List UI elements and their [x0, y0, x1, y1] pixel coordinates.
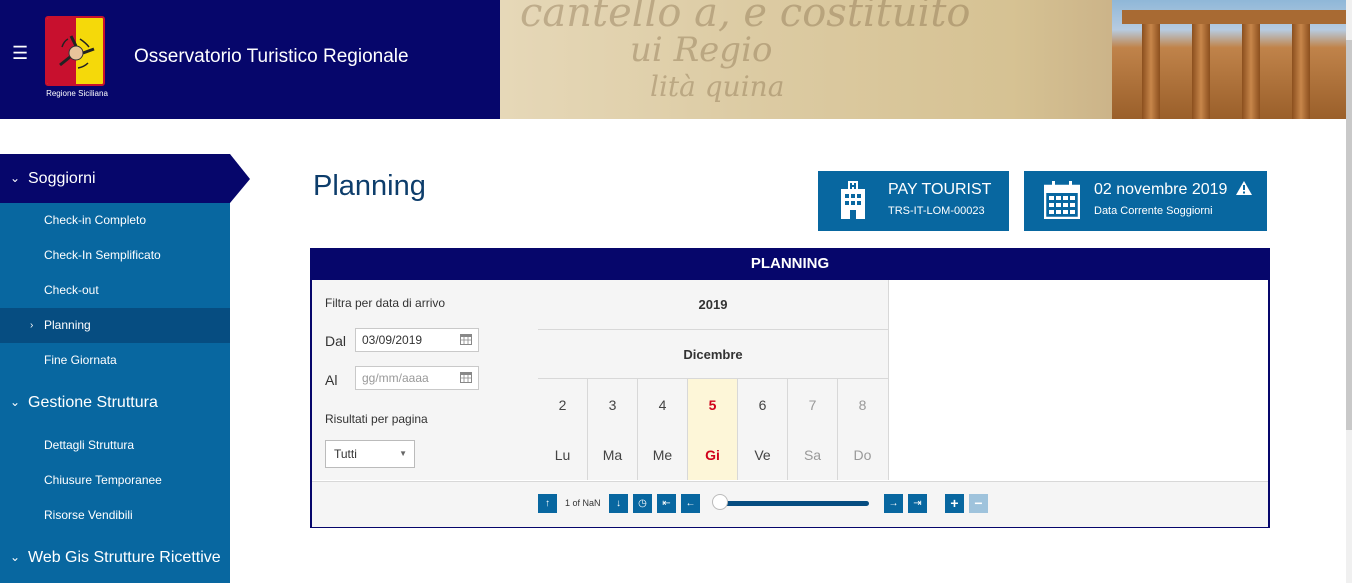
- sidebar-item-label: Check-in Completo: [44, 213, 147, 227]
- sidebar-item-label: Risorse Vendibili: [44, 508, 133, 522]
- planning-panel: PLANNING Filtra per data di arrivo Dal 0…: [310, 248, 1270, 528]
- zoom-out-button[interactable]: −: [969, 494, 988, 513]
- tourist-info-box[interactable]: PAY TOURIST TRS-IT-LOM-00023: [818, 171, 1009, 231]
- arrow-left-icon: ←: [685, 498, 696, 509]
- calendar-year: 2019: [538, 280, 888, 330]
- planning-toolbar: ↑ 1 of NaN ↓ ◷ ⇤ ← → ⇥ + −: [312, 481, 1268, 527]
- sidebar-section-label: Web Gis Strutture Ricettive: [28, 549, 221, 566]
- hotel-icon: [841, 181, 865, 219]
- arrow-up-icon: ↑: [545, 498, 550, 509]
- warning-icon: [1235, 181, 1252, 195]
- region-logo[interactable]: [45, 16, 105, 86]
- sidebar-item-risorse-vendibili[interactable]: Risorse Vendibili: [0, 498, 230, 533]
- calendar-day[interactable]: 6 Ve: [738, 379, 788, 480]
- calendar-month: Dicembre: [538, 330, 888, 379]
- double-arrow-left-icon: ⇤: [662, 498, 671, 509]
- double-arrow-right-icon: ⇥: [913, 498, 922, 509]
- site-title[interactable]: Osservatorio Turistico Regionale: [134, 46, 409, 68]
- to-label: Al: [325, 372, 338, 388]
- hamburger-menu-icon[interactable]: ☰: [12, 44, 28, 62]
- tourist-name: PAY TOURIST: [888, 181, 992, 198]
- current-date-box[interactable]: 02 novembre 2019 Data Corrente Soggiorni: [1024, 171, 1267, 231]
- calendar-icon: [460, 334, 472, 345]
- clock-icon: ◷: [638, 498, 647, 509]
- calendar-day[interactable]: 4 Me: [638, 379, 688, 480]
- chevron-down-icon: ⌄: [10, 171, 21, 185]
- previous-page-button[interactable]: ↑: [538, 494, 557, 513]
- calendar-day[interactable]: 2 Lu: [538, 379, 588, 480]
- timeline-slider-track[interactable]: [719, 501, 869, 506]
- to-date-input[interactable]: gg/mm/aaaa: [355, 366, 479, 390]
- page-indicator: 1 of NaN: [565, 498, 601, 508]
- sidebar-section-soggiorni[interactable]: ⌄ Soggiorni: [0, 154, 250, 203]
- results-per-page-select[interactable]: Tutti ▼: [325, 440, 415, 468]
- next-page-button[interactable]: ↓: [609, 494, 628, 513]
- calendar-day-today[interactable]: 5 Gi: [688, 379, 738, 480]
- sidebar-section-web-gis[interactable]: ⌄ Web Gis Strutture Ricettive: [0, 533, 230, 583]
- page-title: Planning: [313, 170, 426, 202]
- sidebar-item-chiusure-temporanee[interactable]: Chiusure Temporanee: [0, 463, 230, 498]
- chevron-right-icon: ›: [30, 320, 34, 331]
- planning-content-area: [889, 280, 1268, 480]
- sidebar-item-label: Check-out: [44, 283, 99, 297]
- logo-caption: Regione Siciliana: [46, 89, 108, 98]
- header-banner-image: cantello a, e costituito ui Regio lità q…: [500, 0, 1352, 119]
- chevron-down-icon: ⌄: [10, 395, 21, 409]
- sidebar-section-label: Soggiorni: [28, 170, 96, 187]
- trinacria-icon: [59, 35, 95, 69]
- calendar-icon: [1044, 181, 1080, 219]
- sidebar-item-check-in-completo[interactable]: Check-in Completo: [0, 203, 230, 238]
- caret-down-icon: ▼: [399, 449, 407, 458]
- plus-icon: +: [950, 495, 959, 511]
- sidebar-item-dettagli-struttura[interactable]: Dettagli Struttura: [0, 428, 230, 463]
- calendar-day-weekend[interactable]: 8 Do: [838, 379, 887, 480]
- current-date-caption: Data Corrente Soggiorni: [1094, 205, 1213, 217]
- jump-back-button[interactable]: ⇤: [657, 494, 676, 513]
- page-scrollbar[interactable]: [1346, 0, 1352, 583]
- sidebar-item-planning[interactable]: › Planning: [0, 308, 230, 343]
- step-back-button[interactable]: ←: [681, 494, 700, 513]
- current-date: 02 novembre 2019: [1094, 181, 1228, 198]
- calendar-grid: 2019 Dicembre 2 Lu 3 Ma 4 Me 5 Gi 6 Ve 7…: [538, 280, 889, 480]
- app-header: ☰ Regione Siciliana Osservatorio Turisti…: [0, 0, 1352, 119]
- sidebar-item-fine-giornata[interactable]: Fine Giornata: [0, 343, 230, 378]
- sidebar-item-label: Chiusure Temporanee: [44, 473, 162, 487]
- calendar-day-weekend[interactable]: 7 Sa: [788, 379, 838, 480]
- sidebar-item-label: Fine Giornata: [44, 353, 117, 367]
- sidebar-item-label: Planning: [44, 318, 91, 332]
- zoom-in-button[interactable]: +: [945, 494, 964, 513]
- arrow-right-icon: →: [888, 498, 899, 509]
- today-button[interactable]: ◷: [633, 494, 652, 513]
- calendar-day[interactable]: 3 Ma: [588, 379, 638, 480]
- tourist-code: TRS-IT-LOM-00023: [888, 205, 985, 217]
- from-date-input[interactable]: 03/09/2019: [355, 328, 479, 352]
- sidebar-item-check-out[interactable]: Check-out: [0, 273, 230, 308]
- sidebar-section-label: Gestione Struttura: [28, 394, 158, 411]
- jump-forward-button[interactable]: ⇥: [908, 494, 927, 513]
- step-forward-button[interactable]: →: [884, 494, 903, 513]
- planning-header: PLANNING: [312, 250, 1268, 280]
- arrow-down-icon: ↓: [616, 498, 621, 509]
- sidebar-item-label: Check-In Semplificato: [44, 248, 161, 262]
- results-per-page-label: Risultati per pagina: [325, 412, 428, 426]
- sidebar-section-gestione-struttura[interactable]: ⌄ Gestione Struttura: [0, 378, 230, 428]
- calendar-icon: [460, 372, 472, 383]
- filter-section: Filtra per data di arrivo Dal 03/09/2019…: [312, 280, 539, 480]
- filter-title: Filtra per data di arrivo: [325, 296, 446, 310]
- from-label: Dal: [325, 333, 347, 349]
- minus-icon: −: [974, 495, 983, 511]
- chevron-down-icon: ⌄: [10, 550, 21, 564]
- timeline-slider-handle[interactable]: [712, 494, 728, 510]
- sidebar-item-label: Dettagli Struttura: [44, 438, 135, 452]
- sidebar-item-check-in-semplificato[interactable]: Check-In Semplificato: [0, 238, 230, 273]
